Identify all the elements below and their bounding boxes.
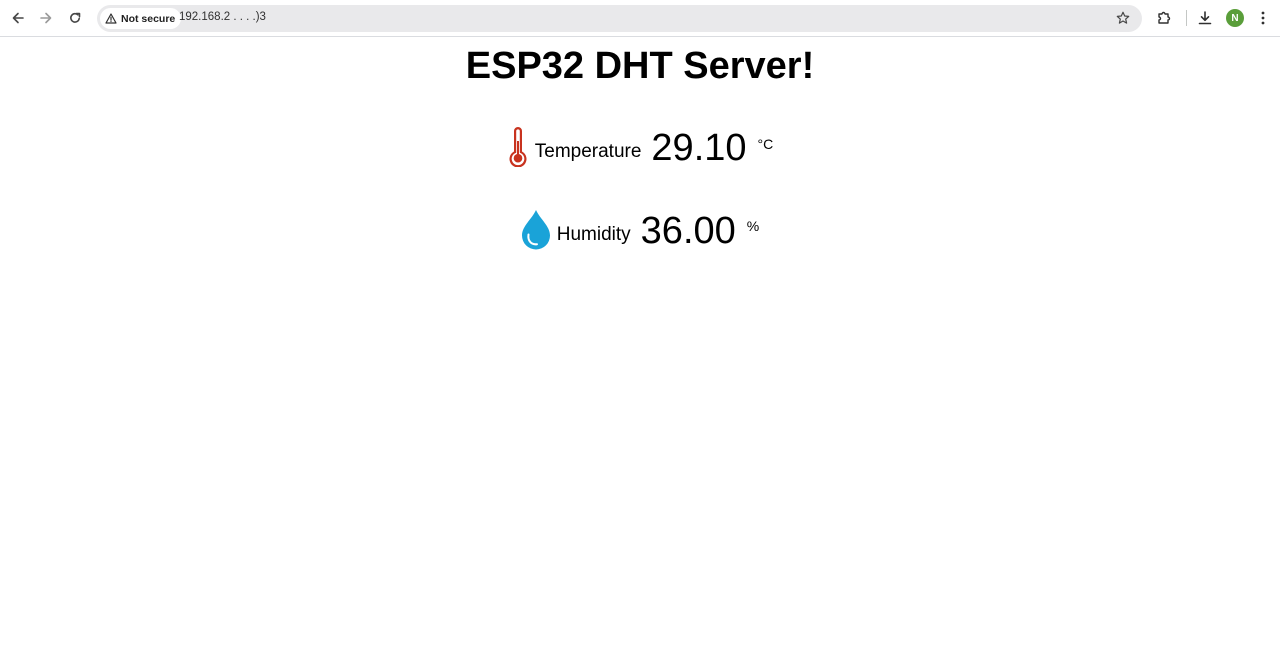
menu-button[interactable] [1251,6,1275,30]
page-title: ESP32 DHT Server! [465,45,815,87]
toolbar-divider [1186,10,1187,26]
download-icon [1198,11,1212,25]
puzzle-icon [1158,11,1171,24]
back-button[interactable] [6,6,30,30]
reload-button[interactable] [63,6,87,30]
forward-button[interactable] [34,6,58,30]
browser-toolbar: Not secure 192.168.2 . . . .)3 N [0,0,1280,37]
downloads-button[interactable] [1193,6,1217,30]
address-bar[interactable]: Not secure 192.168.2 . . . .)3 [97,5,1142,32]
security-label: Not secure [121,12,176,25]
humidity-value: 36.00 [640,210,736,252]
arrow-right-icon [40,12,52,24]
thermometer-icon [507,127,529,172]
humidity-label: Humidity [556,224,631,245]
bookmark-button[interactable] [1114,9,1132,27]
humidity-unit: % [746,218,760,234]
reload-icon [70,12,81,23]
url-text[interactable]: 192.168.2 . . . .)3 [179,11,266,23]
temperature-label: Temperature [534,141,642,162]
temperature-value: 29.10 [651,127,747,169]
security-chip[interactable]: Not secure [100,8,182,29]
arrow-left-icon [12,12,24,24]
temperature-reading: Temperature 29.10 °C [0,126,1280,172]
temperature-unit: °C [757,136,774,152]
profile-avatar[interactable]: N [1226,9,1244,27]
water-drop-icon [521,210,551,255]
warning-icon [105,13,117,24]
extensions-button[interactable] [1152,6,1176,30]
humidity-reading: Humidity 36.00 % [0,210,1280,255]
star-icon [1116,11,1130,24]
kebab-menu-icon [1261,11,1265,25]
page-content: ESP32 DHT Server! Temperature 29.10 °C H… [0,38,1280,650]
